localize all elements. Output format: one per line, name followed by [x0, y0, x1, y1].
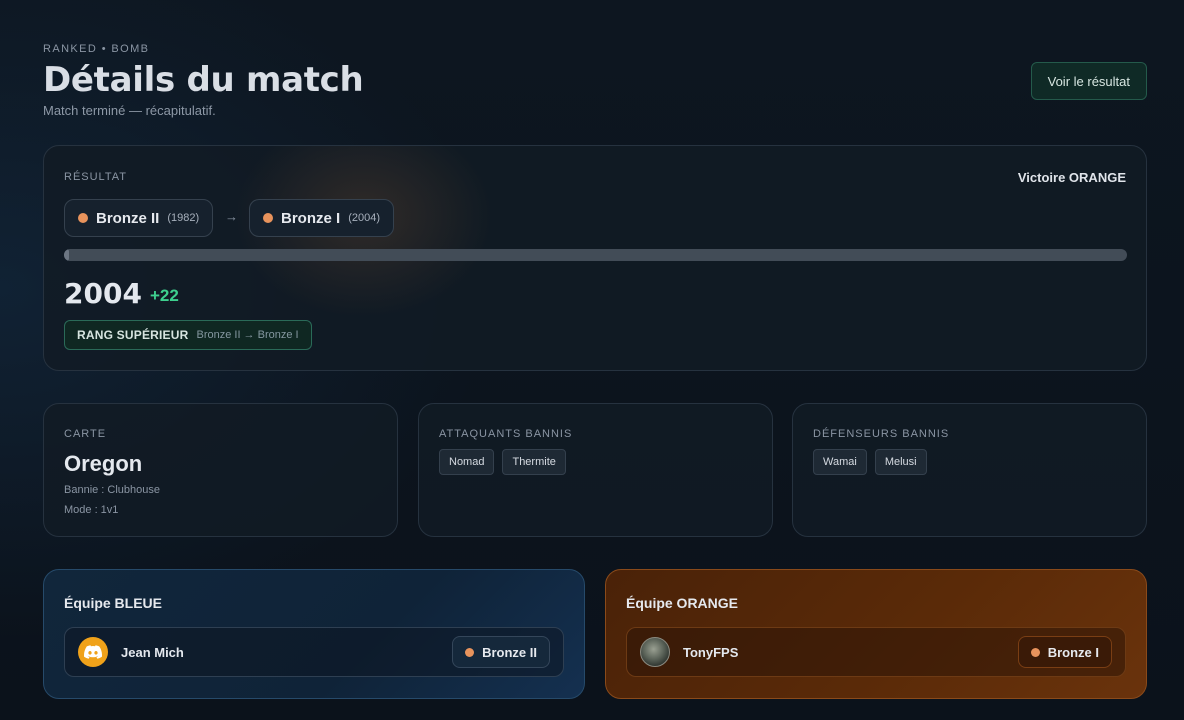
page-subtitle: Match terminé — récapitulatif. [43, 103, 216, 118]
match-outcome: Victoire ORANGE [1017, 170, 1126, 185]
bronze-dot-icon [1030, 647, 1040, 657]
discord-icon [78, 637, 108, 667]
player-name: TonyFPS [683, 644, 739, 660]
rank-progress-fill [64, 249, 70, 261]
attackers-banned-card: ATTAQUANTS BANNIS Nomad Thermite [418, 403, 773, 537]
map-card: CARTE Oregon Bannie : Clubhouse Mode : 1… [43, 403, 398, 537]
team-orange-title: Équipe ORANGE [626, 595, 739, 611]
discord-logo-icon [84, 645, 102, 659]
profile-photo-avatar [640, 637, 670, 667]
map-label: CARTE [64, 428, 107, 440]
player-name: Jean Mich [121, 644, 184, 660]
operator-tag: Thermite [502, 449, 566, 475]
player-row[interactable]: Jean Mich Bronze II [64, 627, 564, 677]
promotion-detail: Bronze II → Bronze I [196, 329, 299, 341]
map-banned: Bannie : Clubhouse [64, 484, 161, 496]
operator-tag: Wamai [813, 449, 867, 475]
map-name: Oregon [64, 451, 143, 476]
arrow-right-icon: → [225, 209, 238, 224]
player-rank-name: Bronze I [1047, 644, 1099, 660]
defenders-banned-label: DÉFENSEURS BANNIS [813, 428, 950, 440]
player-row[interactable]: TonyFPS Bronze I [626, 627, 1126, 677]
operator-tag: Nomad [439, 449, 495, 475]
new-rank-name: Bronze I [281, 209, 341, 227]
bronze-dot-icon [465, 647, 475, 657]
result-card: RÉSULTAT Victoire ORANGE Bronze II (1982… [43, 145, 1147, 371]
rank-progress-bar [64, 249, 1127, 261]
player-rank-badge: Bronze I [1017, 636, 1112, 668]
promotion-badge: RANG SUPÉRIEUR Bronze II → Bronze I [64, 320, 312, 350]
player-rank-name: Bronze II [482, 644, 537, 660]
attackers-banned-label: ATTAQUANTS BANNIS [439, 428, 573, 440]
result-label: RÉSULTAT [64, 171, 128, 183]
operator-tag: Melusi [874, 449, 927, 475]
promotion-title: RANG SUPÉRIEUR [77, 328, 189, 342]
page-title: Détails du match [43, 60, 364, 100]
new-rank-chip: Bronze I (2004) [249, 199, 394, 237]
previous-rank-name: Bronze II [96, 209, 160, 227]
view-result-button[interactable]: Voir le résultat [1030, 62, 1147, 100]
bronze-dot-icon [78, 213, 88, 223]
defenders-banned-list: Wamai Melusi [813, 449, 927, 475]
previous-rank-chip: Bronze II (1982) [64, 199, 214, 237]
attackers-banned-list: Nomad Thermite [439, 449, 566, 475]
queue-eyebrow: RANKED • BOMB [43, 43, 150, 55]
team-orange-card: Équipe ORANGE TonyFPS Bronze I [605, 569, 1147, 699]
map-mode: Mode : 1v1 [64, 504, 119, 516]
new-rank-elo: (2004) [348, 212, 380, 224]
bronze-dot-icon [263, 213, 273, 223]
previous-rank-elo: (1982) [167, 212, 200, 224]
player-rank-badge: Bronze II [452, 636, 550, 668]
team-blue-card: Équipe BLEUE Jean Mich Bronze II [43, 569, 585, 699]
team-blue-title: Équipe BLEUE [64, 595, 163, 611]
defenders-banned-card: DÉFENSEURS BANNIS Wamai Melusi [792, 403, 1147, 537]
elo-delta: +22 [150, 286, 179, 305]
elo-score: 2004 [64, 277, 142, 310]
